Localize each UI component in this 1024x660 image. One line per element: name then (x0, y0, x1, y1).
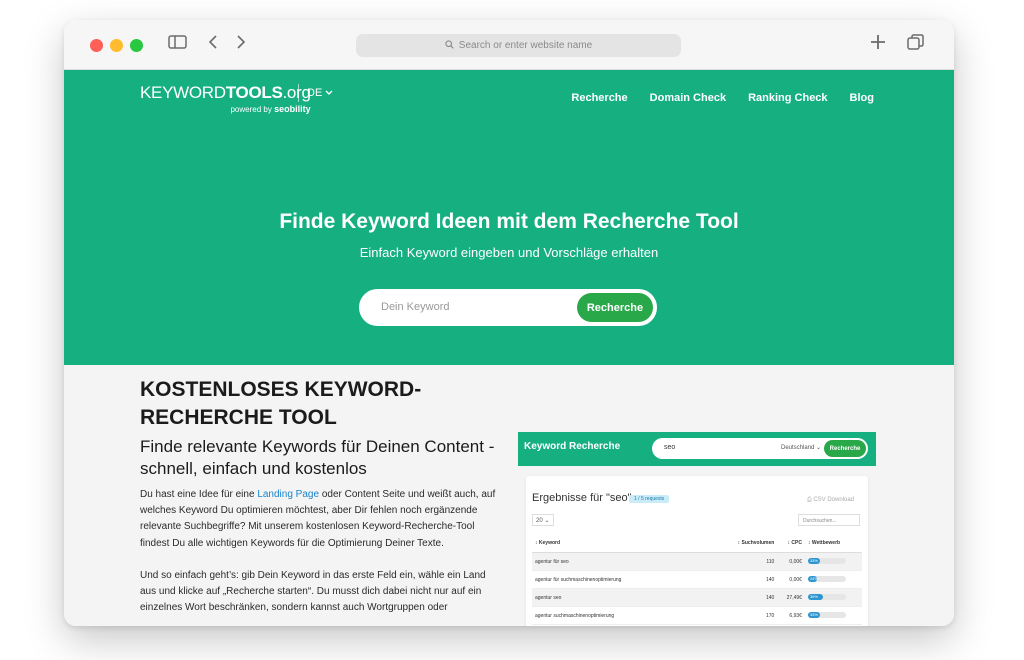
tabs-overview-icon[interactable] (907, 34, 924, 56)
nav-item-domain-check[interactable]: Domain Check (650, 92, 726, 104)
col-wettbewerb: ↕ Wettbewerb (804, 534, 862, 553)
hero-subtitle: Einfach Keyword eingeben und Vorschläge … (359, 245, 659, 260)
col-keyword: ↕ Keyword (532, 534, 722, 553)
paragraph-2: Und so einfach geht’s: gib Dein Keyword … (140, 569, 486, 614)
close-window-button[interactable] (90, 39, 103, 52)
preview-recherche-button: Recherche (824, 440, 866, 457)
keyword-search-form: Dein Keyword Recherche (359, 289, 657, 326)
hero-title: Finde Keyword Ideen mit dem Recherche To… (279, 210, 739, 233)
competition-bar: 33% (807, 558, 846, 565)
logo-tagline: powered by seobility (230, 104, 311, 114)
zoom-window-button[interactable] (130, 39, 143, 52)
nav-item-recherche[interactable]: Recherche (571, 92, 627, 104)
preview-title: Keyword Recherche (524, 441, 621, 452)
chevron-down-icon (325, 87, 333, 99)
paragraph-1: Du hast eine Idee für eine Landing Page … (140, 489, 496, 549)
content-section: KOSTENLOSES KEYWORD-RECHERCHE TOOL Finde… (64, 365, 954, 626)
nav-item-ranking-check[interactable]: Ranking Check (748, 92, 827, 104)
preview-results-card: Ergebnisse für "seo" 1 / 5 requests ⎙ CS… (526, 476, 868, 626)
competition-bar: 39% (807, 594, 846, 601)
browser-toolbar: Search or enter website name (64, 20, 954, 70)
table-row: agentur seo 140 27,49€ 39% (532, 588, 862, 607)
competition-bar: 24% (807, 576, 846, 583)
intro-text: Du hast eine Idee für eine Landing Page … (140, 487, 500, 616)
preview-header: Keyword Recherche seo Deutschland ⌄ Rech… (518, 432, 876, 466)
back-icon[interactable] (208, 34, 218, 54)
address-placeholder: Search or enter website name (458, 40, 593, 51)
requests-badge: 1 / 5 requests (629, 495, 670, 503)
hero-section: KEYWORDTOOLS.org powered by seobility DE… (64, 70, 954, 365)
filter-input: Durchsuchen... (798, 514, 860, 526)
preview-country-select: Deutschland ⌄ (781, 445, 822, 451)
nav-item-blog[interactable]: Blog (850, 92, 874, 104)
forward-icon[interactable] (236, 34, 246, 54)
preview-keyword-value: seo (664, 444, 676, 451)
landing-page-link[interactable]: Landing Page (257, 489, 319, 500)
table-row: agentur für seo 110 0,00€ 33% (532, 552, 862, 571)
results-table: ↕ Keyword ↕ Suchvolumen ↕ CPC ↕ Wettbewe… (532, 534, 862, 625)
table-header-row: ↕ Keyword ↕ Suchvolumen ↕ CPC ↕ Wettbewe… (532, 534, 862, 553)
page-heading: KOSTENLOSES KEYWORD-RECHERCHE TOOL (140, 378, 422, 429)
download-icon: ⎙ (806, 497, 812, 503)
sidebar-icon[interactable] (168, 34, 187, 54)
page-subheading: Finde relevante Keywords für Deinen Cont… (140, 437, 495, 478)
csv-download: ⎙ CSV Download (806, 497, 854, 503)
keyword-input[interactable]: Dein Keyword (381, 301, 449, 313)
col-cpc: ↕ CPC (777, 534, 805, 553)
search-icon (445, 39, 454, 52)
recherche-button[interactable]: Recherche (577, 293, 653, 322)
tool-preview-screenshot: Keyword Recherche seo Deutschland ⌄ Rech… (518, 432, 876, 626)
site-logo[interactable]: KEYWORDTOOLS.org powered by seobility (140, 83, 311, 114)
main-nav: Recherche Domain Check Ranking Check Blo… (571, 92, 874, 104)
new-tab-icon[interactable] (870, 34, 886, 55)
results-title: Ergebnisse für "seo" (532, 492, 632, 504)
logo-wordmark: KEYWORDTOOLS.org (140, 83, 311, 102)
language-label: DE (307, 87, 323, 99)
preview-search: seo Deutschland ⌄ Recherche (652, 438, 868, 459)
col-suchvolumen: ↕ Suchvolumen (722, 534, 778, 553)
browser-window: Search or enter website name KEYWORDTOOL… (64, 20, 954, 626)
per-page-select: 20 ⌄ (532, 514, 554, 526)
table-row: agentur suchmaschinenoptimierung 170 6,93€… (532, 606, 862, 625)
address-bar[interactable]: Search or enter website name (356, 34, 681, 57)
competition-bar: 33% (807, 612, 846, 619)
minimize-window-button[interactable] (110, 39, 123, 52)
table-row: agentur für suchmaschinenoptimierung 140 0… (532, 570, 862, 589)
language-selector[interactable]: DE (298, 84, 333, 102)
